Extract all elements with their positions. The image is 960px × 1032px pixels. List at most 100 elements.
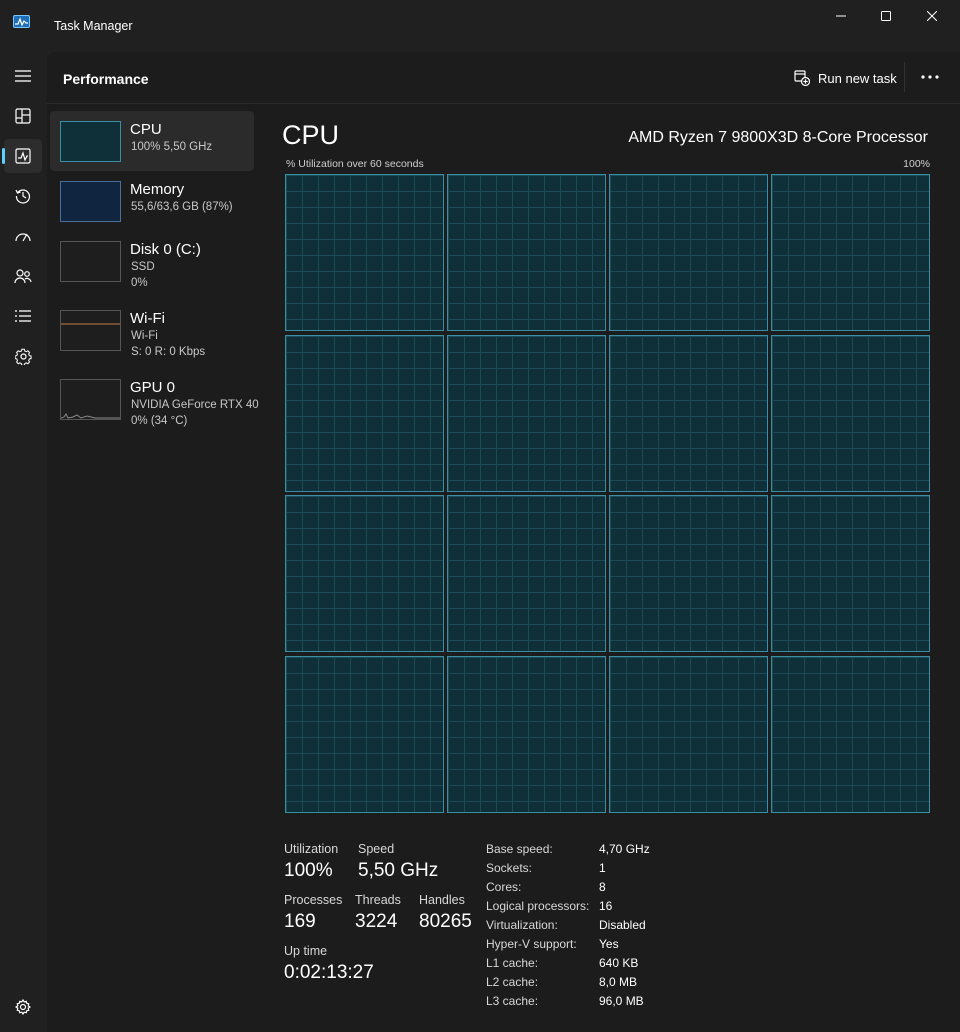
device-detail: SSD [131,261,155,273]
threads-label: Threads [355,893,401,907]
device-name: CPU [130,121,162,138]
nav-users[interactable] [4,259,42,293]
device-detail: S: 0 R: 0 Kbps [131,346,206,358]
gear-icon [15,999,31,1015]
wifi-thumbnail-graph [60,310,121,351]
spec-value: 16 [599,899,613,913]
processes-icon [15,108,31,124]
spec-value: Yes [599,937,619,951]
spec-value: Disabled [599,918,646,932]
device-detail: NVIDIA GeForce RTX 40 [131,399,259,411]
maximize-icon [881,11,891,21]
logical-processor-graph [447,334,606,492]
run-new-task-button[interactable]: Run new task [794,68,897,88]
nav-startup-apps[interactable] [4,219,42,253]
logical-processor-graph-grid [285,174,931,814]
spec-key: L2 cache: [486,975,539,989]
graph-caption: % Utilization over 60 seconds [286,158,424,170]
spec-key: Hyper-V support: [486,937,577,951]
uptime-value: 0:02:13:27 [284,962,374,983]
details-icon [15,310,31,322]
logical-processor-graph [285,334,444,492]
logical-processor-graph [609,334,768,492]
spec-value: 96,0 MB [599,994,644,1008]
device-item-wifi[interactable]: Wi-Fi Wi-Fi S: 0 R: 0 Kbps [50,300,254,360]
spec-key: Logical processors: [486,899,590,913]
logical-processor-graph [771,495,930,653]
minimize-button[interactable] [818,0,864,32]
window-title: Task Manager [54,19,133,33]
run-new-task-icon [794,70,810,86]
logical-processor-graph [285,495,444,653]
more-options-button[interactable] [917,66,943,88]
logical-processor-graph [609,655,768,813]
task-manager-app-icon [13,15,30,28]
close-icon [927,11,937,21]
logical-processor-graph [771,334,930,492]
main-content: Performance Run new task CPU 100% 5,50 G… [47,52,960,1032]
nav-performance[interactable] [4,139,42,173]
spec-key: Cores: [486,880,522,894]
speed-value: 5,50 GHz [358,860,439,881]
logical-processor-graph [609,174,768,331]
spec-value: 1 [599,861,606,875]
spec-key: L3 cache: [486,994,539,1008]
device-detail: 100% 5,50 GHz [131,141,213,153]
device-name: Wi-Fi [130,310,165,327]
device-detail: 55,6/63,6 GB (87%) [131,201,233,213]
nav-processes[interactable] [4,99,42,133]
app-history-icon [15,189,31,204]
logical-processor-graph [771,174,930,331]
device-item-cpu[interactable]: CPU 100% 5,50 GHz [50,111,254,171]
handles-label: Handles [419,893,465,907]
spec-value: 8 [599,880,606,894]
utilization-value: 100% [284,860,333,881]
nav-menu-toggle[interactable] [4,59,42,93]
navigation-rail [0,52,47,1032]
more-options-icon [921,75,939,79]
spec-key: Sockets: [486,861,533,875]
maximize-button[interactable] [863,0,909,32]
nav-settings[interactable] [4,990,42,1024]
logical-processor-graph [447,174,606,331]
device-item-memory[interactable]: Memory 55,6/63,6 GB (87%) [50,171,254,231]
spec-value: 640 KB [599,956,639,970]
startup-apps-icon [15,233,31,242]
close-button[interactable] [909,0,955,32]
header-separator [904,62,905,92]
uptime-label: Up time [284,944,328,958]
logical-processor-graph [285,655,444,813]
speed-label: Speed [358,842,395,856]
nav-details[interactable] [4,299,42,333]
device-detail: 0% [131,277,148,289]
utilization-label: Utilization [284,842,339,856]
nav-app-history[interactable] [4,179,42,213]
logical-processor-graph [771,655,930,813]
device-item-gpu-0[interactable]: GPU 0 NVIDIA GeForce RTX 40 0% (34 °C) [50,369,259,429]
device-item-disk-0[interactable]: Disk 0 (C:) SSD 0% [50,231,254,291]
disk-thumbnail-graph [60,241,121,282]
spec-value: 4,70 GHz [599,842,650,856]
processes-label: Processes [284,893,343,907]
graph-max-label: 100% [903,158,930,170]
active-nav-indicator [2,148,5,164]
device-name: GPU 0 [130,379,176,396]
processor-model: AMD Ryzen 7 9800X3D 8-Core Processor [628,129,928,146]
hamburger-menu-icon [15,70,31,82]
memory-thumbnail-graph [60,181,121,222]
device-detail: 0% (34 °C) [131,415,188,427]
spec-key: L1 cache: [486,956,539,970]
services-icon [14,348,32,365]
detail-title: CPU [282,120,340,150]
logical-processor-graph [285,174,444,331]
device-name: Memory [130,181,185,198]
threads-value: 3224 [355,911,398,932]
nav-services[interactable] [4,339,42,373]
minimize-icon [836,15,846,17]
handles-value: 80265 [419,911,472,932]
users-icon [14,269,32,284]
run-new-task-label: Run new task [818,70,897,86]
page-header: Performance Run new task [47,52,960,104]
device-name: Disk 0 (C:) [130,241,201,258]
page-title: Performance [63,71,149,87]
